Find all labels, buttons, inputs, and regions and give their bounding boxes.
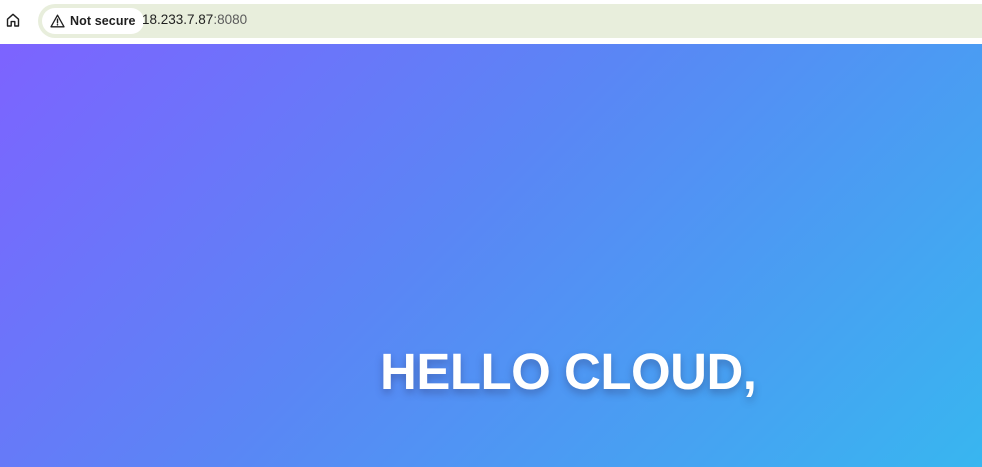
page-headline: HELLO CLOUD,	[380, 343, 757, 400]
address-bar[interactable]: Not secure 18.233.7.87:8080	[38, 4, 982, 38]
home-button[interactable]	[2, 9, 24, 31]
home-icon	[6, 13, 20, 27]
warning-triangle-icon	[50, 14, 65, 29]
security-indicator[interactable]: Not secure	[42, 8, 144, 34]
security-label: Not secure	[70, 14, 136, 28]
url-host: 18.233.7.87	[142, 12, 214, 27]
url-port: :8080	[213, 12, 248, 27]
url-text[interactable]: 18.233.7.87:8080	[142, 12, 247, 27]
page-content: HELLO CLOUD,	[0, 44, 982, 467]
browser-toolbar: Not secure 18.233.7.87:8080	[0, 0, 982, 44]
